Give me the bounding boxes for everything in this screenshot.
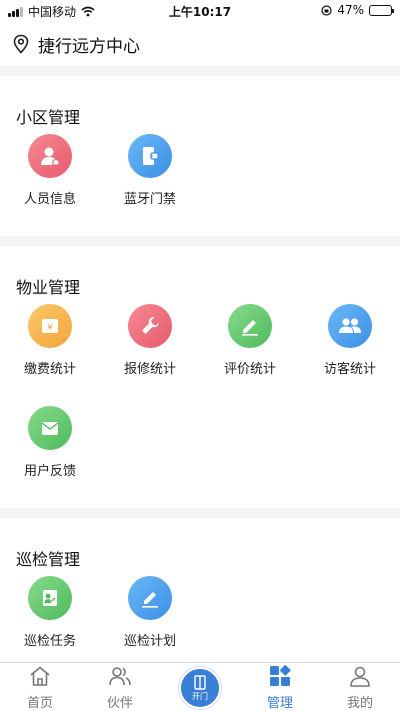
tile-inspection-task[interactable]: 巡检任务	[0, 576, 100, 649]
tab-label: 我的	[346, 696, 373, 711]
tile-label: 用户反馈	[23, 464, 76, 479]
inspection-task-icon	[28, 576, 72, 620]
tile-person-info[interactable]: 人员信息	[0, 134, 100, 207]
location-header[interactable]: 捷行远方中心	[0, 22, 400, 66]
person-info-icon	[28, 134, 72, 178]
partner-icon	[109, 667, 131, 686]
tile-review[interactable]: 评价统计	[200, 304, 300, 377]
tile-label: 蓝牙门禁	[123, 192, 176, 207]
tab-mine[interactable]: 我的	[320, 665, 400, 711]
review-edit-icon	[228, 304, 272, 348]
section-title: 小区管理	[16, 108, 81, 127]
door-icon	[194, 674, 206, 690]
wrench-icon	[128, 304, 172, 348]
tile-label: 巡检任务	[23, 634, 76, 649]
tile-bluetooth-door[interactable]: 蓝牙门禁	[100, 134, 200, 207]
section-inspection: 巡检管理 巡检任务 巡检计划	[0, 518, 400, 662]
tile-inspection-plan[interactable]: 巡检计划	[100, 576, 200, 649]
battery-percent: 47%	[337, 3, 364, 17]
profile-icon	[350, 666, 370, 687]
tab-label: 管理	[266, 696, 293, 711]
feedback-mail-icon	[28, 406, 72, 450]
manage-icon	[270, 665, 291, 686]
svg-text:¥: ¥	[47, 323, 53, 333]
inspection-plan-icon	[128, 576, 172, 620]
tab-manage[interactable]: 管理	[240, 665, 320, 711]
tile-label: 评价统计	[223, 362, 276, 377]
bluetooth-door-icon	[128, 134, 172, 178]
status-bar: 中国移动 上午10:17 47%	[0, 0, 400, 22]
tile-feedback[interactable]: 用户反馈	[0, 406, 100, 479]
visitors-icon	[328, 304, 372, 348]
section-title: 巡检管理	[16, 550, 81, 569]
tab-home[interactable]: 首页	[0, 665, 80, 711]
open-door-button[interactable]: 开门	[179, 667, 221, 709]
tile-payment[interactable]: ¥ 缴费统计	[0, 304, 100, 377]
section-property: 物业管理 ¥ 缴费统计 报修统计 评价统计 访客统计 用户反馈	[0, 246, 400, 508]
payment-icon: ¥	[28, 304, 72, 348]
battery-icon	[369, 4, 394, 16]
door-label: 开门	[192, 691, 208, 701]
tile-label: 报修统计	[123, 362, 176, 377]
tile-repair[interactable]: 报修统计	[100, 304, 200, 377]
tile-label: 人员信息	[23, 192, 76, 207]
location-title: 捷行远方中心	[38, 36, 140, 57]
section-title: 物业管理	[16, 278, 81, 297]
orientation-lock-icon	[321, 4, 332, 16]
tab-label: 首页	[26, 696, 53, 711]
tile-label: 访客统计	[323, 362, 376, 377]
section-community: 小区管理 人员信息 蓝牙门禁	[0, 76, 400, 236]
tile-visitors[interactable]: 访客统计	[300, 304, 400, 377]
tile-label: 巡检计划	[123, 634, 176, 649]
home-icon	[30, 666, 50, 686]
tab-label: 伙伴	[106, 696, 133, 711]
tile-label: 缴费统计	[23, 362, 76, 377]
tab-partner[interactable]: 伙伴	[80, 665, 160, 711]
location-pin-icon	[13, 34, 29, 54]
